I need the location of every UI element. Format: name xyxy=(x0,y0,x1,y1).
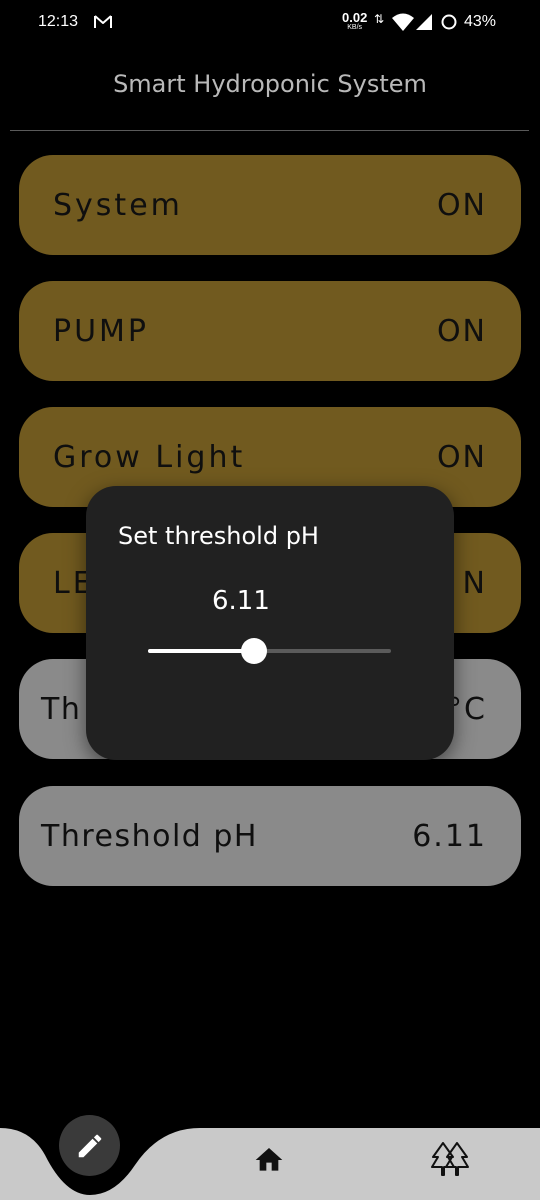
ph-slider[interactable] xyxy=(148,638,391,664)
slider-fill xyxy=(148,649,254,653)
trees-icon[interactable] xyxy=(430,1141,470,1177)
network-speed: 0.02 KB/s xyxy=(342,11,367,31)
card-value: ON xyxy=(436,313,487,349)
card-pump[interactable]: PUMP ON xyxy=(19,281,521,381)
gmail-icon xyxy=(94,15,112,28)
slider-thumb[interactable] xyxy=(240,638,267,664)
edit-button[interactable] xyxy=(59,1115,120,1176)
card-threshold-ph[interactable]: Threshold pH 6.11 xyxy=(19,786,521,886)
battery-ring-icon xyxy=(441,14,457,30)
header-divider xyxy=(10,130,529,131)
card-label: System xyxy=(53,187,183,223)
signal-icon xyxy=(416,14,432,30)
card-label: Threshold pH xyxy=(41,818,258,854)
network-speed-value: 0.02 xyxy=(342,10,368,25)
card-value: ON xyxy=(436,187,487,223)
edit-icon xyxy=(78,1134,101,1157)
dialog-title: Set threshold pH xyxy=(118,522,319,550)
page-title: Smart Hydroponic System xyxy=(113,70,427,98)
card-value: 6.11 xyxy=(412,818,487,854)
card-label: Th xyxy=(41,691,82,727)
home-icon[interactable] xyxy=(252,1144,286,1176)
card-value: ON xyxy=(436,439,487,475)
network-speed-unit: KB/s xyxy=(347,24,363,31)
card-system[interactable]: System ON xyxy=(19,155,521,255)
card-label: PUMP xyxy=(53,313,150,349)
battery-percent: 43% xyxy=(464,13,497,30)
card-label: Grow Light xyxy=(53,439,246,475)
status-time: 12:13 xyxy=(38,13,79,30)
threshold-ph-dialog: Set threshold pH 6.11 xyxy=(86,486,454,760)
card-value: N xyxy=(462,565,487,601)
dialog-value: 6.11 xyxy=(212,586,270,616)
wifi-icon xyxy=(392,13,414,31)
data-arrows-icon: ⇅ xyxy=(374,12,385,26)
status-bar: 12:13 0.02 KB/s ⇅ 43% xyxy=(0,0,540,46)
